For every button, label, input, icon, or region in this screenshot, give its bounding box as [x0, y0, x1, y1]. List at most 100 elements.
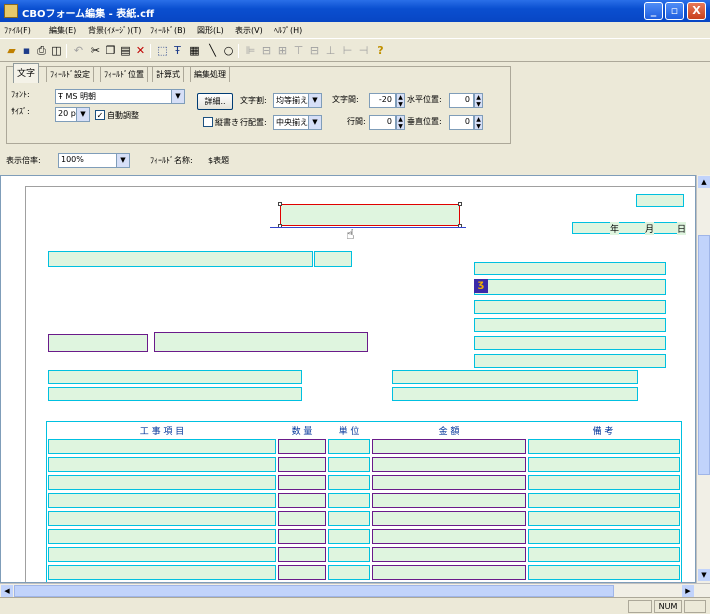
field-box[interactable] — [48, 251, 313, 267]
table-cell-field[interactable] — [328, 565, 370, 580]
table-cell-field[interactable] — [328, 547, 370, 562]
scroll-right-icon[interactable]: ▶ — [682, 585, 694, 597]
table-cell-field[interactable] — [48, 511, 276, 526]
menu-view[interactable]: 表示(V) — [235, 25, 263, 36]
char-split-select[interactable]: 均等揃え ▼ — [273, 93, 322, 108]
table-cell-field[interactable] — [372, 565, 526, 580]
table-cell-field[interactable] — [278, 457, 326, 472]
hpos-spinner[interactable]: ▲ ▼ — [474, 93, 483, 108]
print-icon[interactable]: ⎙ — [34, 43, 49, 58]
tab-formula[interactable]: 計算式 — [152, 66, 184, 82]
scroll-left-icon[interactable]: ◀ — [1, 585, 13, 597]
scroll-thumb[interactable] — [14, 585, 614, 597]
line-spacing-input[interactable]: 0 — [369, 115, 396, 130]
resize-handle[interactable] — [458, 202, 462, 206]
preview-icon[interactable]: ◫ — [49, 43, 64, 58]
field-box[interactable] — [474, 336, 666, 350]
menu-help[interactable]: ﾍﾙﾌﾟ(H) — [274, 25, 302, 36]
help-icon[interactable]: ? — [373, 43, 388, 58]
char-spacing-spinner[interactable]: ▲ ▼ — [396, 93, 405, 108]
table-cell-field[interactable] — [48, 547, 276, 562]
open-icon[interactable]: ▰ — [4, 43, 19, 58]
table-cell-field[interactable] — [372, 547, 526, 562]
table-cell-field[interactable] — [372, 511, 526, 526]
scroll-thumb[interactable] — [698, 235, 710, 475]
table-cell-field[interactable] — [48, 457, 276, 472]
minimize-button[interactable]: _ — [644, 2, 663, 20]
form-canvas[interactable]: ☝ 年 月 日 ʒ 工 事 項 目 数 量 単 位 金 額 備 考 — [0, 175, 696, 583]
scroll-up-icon[interactable]: ▲ — [698, 176, 710, 188]
same-height-icon[interactable]: ⊣ — [356, 43, 371, 58]
field-box[interactable] — [392, 387, 638, 401]
save-icon[interactable]: ▪ — [19, 43, 34, 58]
tab-edit-processing[interactable]: 編集処理 — [190, 66, 230, 82]
line-icon[interactable]: ╲ — [205, 43, 220, 58]
tab-text[interactable]: 文字 — [13, 63, 40, 83]
table-cell-field[interactable] — [328, 493, 370, 508]
align-middle-icon[interactable]: ⊟ — [307, 43, 322, 58]
close-button[interactable]: X — [687, 2, 706, 20]
menu-background[interactable]: 背景(ｲﾒｰｼﾞ)(T) — [88, 25, 141, 36]
restore-button[interactable]: ▫ — [665, 2, 684, 20]
zoom-select[interactable]: 100% ▼ — [58, 153, 130, 168]
field-box[interactable] — [474, 300, 666, 314]
tab-field-settings[interactable]: ﾌｨｰﾙﾄﾞ設定 — [46, 66, 94, 82]
table-cell-field[interactable] — [328, 475, 370, 490]
vpos-input[interactable]: 0 — [449, 115, 474, 130]
align-top-icon[interactable]: ⊤ — [291, 43, 306, 58]
table-cell-field[interactable] — [48, 529, 276, 544]
char-spacing-input[interactable]: -20 — [369, 93, 396, 108]
same-width-icon[interactable]: ⊢ — [340, 43, 355, 58]
table-cell-field[interactable] — [528, 475, 680, 490]
field-group-icon[interactable]: ▦ — [187, 43, 202, 58]
table-cell-field[interactable] — [528, 439, 680, 454]
field-box[interactable] — [48, 387, 302, 401]
vpos-spinner[interactable]: ▲ ▼ — [474, 115, 483, 130]
detail-button[interactable]: 詳細.. — [197, 93, 233, 110]
align-left-icon[interactable]: ⊫ — [243, 43, 258, 58]
table-cell-field[interactable] — [528, 457, 680, 472]
date-field[interactable] — [572, 222, 684, 234]
circle-icon[interactable]: ○ — [221, 43, 236, 58]
table-cell-field[interactable] — [278, 439, 326, 454]
paste-icon[interactable]: ▤ — [118, 43, 133, 58]
line-align-select[interactable]: 中央揃え ▼ — [273, 115, 322, 130]
line-spacing-spinner[interactable]: ▲ ▼ — [396, 115, 405, 130]
size-select[interactable]: 20 p ▼ — [55, 107, 90, 122]
field-box[interactable] — [474, 354, 666, 368]
undo-icon[interactable]: ↶ — [71, 43, 86, 58]
table-cell-field[interactable] — [278, 511, 326, 526]
copy-icon[interactable]: ❐ — [103, 43, 118, 58]
field-box[interactable] — [474, 279, 666, 295]
scroll-down-icon[interactable]: ▼ — [698, 569, 710, 581]
table-cell-field[interactable] — [372, 493, 526, 508]
table-cell-field[interactable] — [48, 439, 276, 454]
table-cell-field[interactable] — [528, 529, 680, 544]
table-cell-field[interactable] — [528, 547, 680, 562]
cut-icon[interactable]: ✂ — [88, 43, 103, 58]
field-box[interactable] — [48, 370, 302, 384]
menu-shape[interactable]: 図形(L) — [197, 25, 224, 36]
horizontal-scrollbar[interactable]: ◀ ▶ — [0, 583, 710, 597]
table-cell-field[interactable] — [528, 493, 680, 508]
table-cell-field[interactable] — [372, 529, 526, 544]
table-cell-field[interactable] — [278, 547, 326, 562]
align-center-icon[interactable]: ⊟ — [259, 43, 274, 58]
field-box[interactable] — [314, 251, 352, 267]
table-cell-field[interactable] — [328, 529, 370, 544]
field-box[interactable] — [636, 194, 684, 207]
field-box[interactable] — [474, 262, 666, 275]
field-box[interactable] — [48, 334, 148, 352]
tab-field-position[interactable]: ﾌｨｰﾙﾄﾞ位置 — [100, 66, 148, 82]
menu-edit[interactable]: 編集(E) — [49, 25, 76, 36]
menu-file[interactable]: ﾌｧｲﾙ(F) — [4, 25, 31, 36]
table-cell-field[interactable] — [278, 475, 326, 490]
table-cell-field[interactable] — [372, 475, 526, 490]
resize-handle[interactable] — [278, 202, 282, 206]
table-cell-field[interactable] — [372, 439, 526, 454]
table-cell-field[interactable] — [328, 457, 370, 472]
table-cell-field[interactable] — [48, 493, 276, 508]
table-cell-field[interactable] — [278, 565, 326, 580]
table-cell-field[interactable] — [528, 565, 680, 580]
title-field-selected[interactable] — [280, 204, 460, 226]
